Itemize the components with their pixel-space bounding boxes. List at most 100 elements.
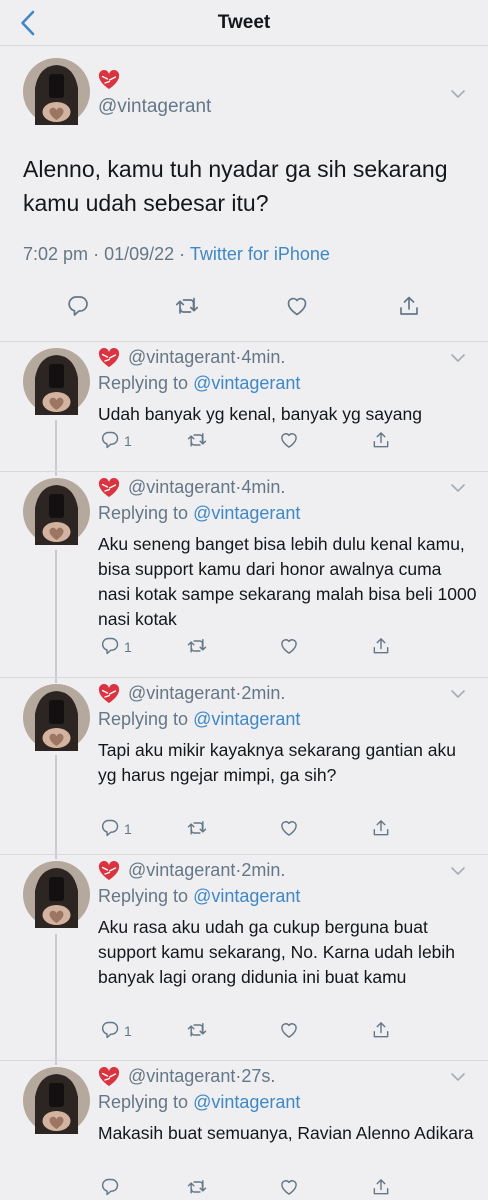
reply-header: @vintagerant·2min.: [128, 683, 285, 704]
reply-text: Aku seneng banget bisa lebih dulu kenal …: [98, 534, 477, 629]
replying-to: Replying to @vintagerant: [98, 886, 300, 907]
reply-actions: 1: [0, 636, 488, 658]
replying-label: Replying to: [98, 503, 189, 523]
reply-count: 1: [124, 1023, 132, 1039]
reply-count: 1: [124, 433, 132, 449]
reply-actions: 1: [0, 818, 488, 840]
tweet-source[interactable]: Twitter for iPhone: [190, 244, 330, 264]
chevron-down-icon[interactable]: [450, 482, 466, 494]
reply-handle[interactable]: @vintagerant: [128, 1066, 235, 1086]
reply-icon[interactable]: [100, 430, 120, 450]
meta-separator: ·: [179, 244, 190, 264]
meta-separator: ·: [93, 244, 105, 264]
heart-outline-icon[interactable]: [279, 1177, 299, 1197]
reply-actions: 1: [0, 1020, 488, 1042]
reply-actions: [0, 1177, 488, 1199]
replying-to-handle[interactable]: @vintagerant: [193, 373, 300, 393]
replying-to-handle[interactable]: @vintagerant: [193, 503, 300, 523]
reply-handle[interactable]: @vintagerant: [128, 347, 235, 367]
share-icon[interactable]: [371, 430, 391, 450]
tweet-date: 01/09/22: [104, 244, 175, 264]
tweet-meta: 7:02 pm · 01/09/22 · Twitter for iPhone: [23, 244, 330, 265]
tweet-actions: [0, 294, 488, 318]
share-icon[interactable]: [371, 1020, 391, 1040]
reply-text: Makasih buat semuanya, Ravian Alenno Adi…: [98, 1123, 474, 1143]
reply-time: 4min.: [241, 477, 286, 497]
heart-outline-icon[interactable]: [279, 430, 299, 450]
reply-icon[interactable]: [100, 636, 120, 656]
reply-time: 2min.: [241, 860, 286, 880]
reply-time: 27s.: [241, 1066, 276, 1086]
reply-time: 2min.: [241, 683, 286, 703]
replying-label: Replying to: [98, 1092, 189, 1112]
reply-time: 4min.: [241, 347, 286, 367]
reply-text: Aku rasa aku udah ga cukup berguna buat …: [98, 917, 456, 987]
reply-tweet[interactable]: @vintagerant·2min. Replying to @vintager…: [0, 855, 488, 1061]
retweet-icon[interactable]: [187, 636, 207, 656]
reply-header: @vintagerant·4min.: [128, 347, 285, 368]
retweet-icon[interactable]: [187, 1020, 207, 1040]
share-icon[interactable]: [371, 636, 391, 656]
mending-heart-emoji: [98, 684, 120, 704]
reply-tweet[interactable]: @vintagerant·4min. Replying to @vintager…: [0, 342, 488, 472]
replying-label: Replying to: [98, 886, 189, 906]
mending-heart-emoji: [98, 861, 120, 881]
avatar[interactable]: [23, 58, 90, 125]
replying-to: Replying to @vintagerant: [98, 1092, 300, 1113]
mending-heart-emoji: [98, 348, 120, 368]
reply-actions: 1: [0, 430, 488, 452]
retweet-icon[interactable]: [187, 1177, 207, 1197]
chevron-down-icon[interactable]: [450, 88, 466, 100]
avatar[interactable]: [23, 1067, 90, 1134]
tweet-handle[interactable]: @vintagerant: [98, 96, 211, 118]
mending-heart-emoji: [98, 478, 120, 498]
reply-tweet[interactable]: @vintagerant·4min. Replying to @vintager…: [0, 472, 488, 678]
reply-icon[interactable]: [66, 294, 90, 318]
reply-text: Tapi aku mikir kayaknya sekarang gantian…: [98, 740, 456, 785]
page-title: Tweet: [217, 12, 271, 33]
chevron-down-icon[interactable]: [450, 352, 466, 364]
reply-text: Udah banyak yg kenal, banyak yg sayang: [98, 404, 422, 424]
chevron-down-icon[interactable]: [450, 688, 466, 700]
nav-bar: Tweet: [0, 0, 488, 46]
chevron-down-icon[interactable]: [450, 865, 466, 877]
reply-icon[interactable]: [100, 818, 120, 838]
avatar[interactable]: [23, 348, 90, 415]
reply-header: @vintagerant·27s.: [128, 1066, 275, 1087]
share-icon[interactable]: [397, 294, 421, 318]
mending-heart-emoji: [98, 70, 120, 90]
reply-icon[interactable]: [100, 1020, 120, 1040]
heart-outline-icon[interactable]: [279, 1020, 299, 1040]
reply-header: @vintagerant·4min.: [128, 477, 285, 498]
retweet-icon[interactable]: [187, 818, 207, 838]
avatar[interactable]: [23, 684, 90, 751]
reply-handle[interactable]: @vintagerant: [128, 477, 235, 497]
replying-to: Replying to @vintagerant: [98, 503, 300, 524]
chevron-down-icon[interactable]: [450, 1071, 466, 1083]
reply-icon[interactable]: [100, 1177, 120, 1197]
share-icon[interactable]: [371, 818, 391, 838]
retweet-icon[interactable]: [175, 294, 199, 318]
mending-heart-emoji: [98, 1067, 120, 1087]
replying-to-handle[interactable]: @vintagerant: [193, 1092, 300, 1112]
reply-handle[interactable]: @vintagerant: [128, 683, 235, 703]
replying-label: Replying to: [98, 709, 189, 729]
heart-outline-icon[interactable]: [279, 818, 299, 838]
reply-header: @vintagerant·2min.: [128, 860, 285, 881]
reply-tweet[interactable]: @vintagerant·27s. Replying to @vintagera…: [0, 1061, 488, 1200]
reply-count: 1: [124, 639, 132, 655]
avatar[interactable]: [23, 478, 90, 545]
avatar[interactable]: [23, 861, 90, 928]
share-icon[interactable]: [371, 1177, 391, 1197]
replying-to-handle[interactable]: @vintagerant: [193, 886, 300, 906]
heart-outline-icon[interactable]: [279, 636, 299, 656]
replying-to: Replying to @vintagerant: [98, 709, 300, 730]
heart-outline-icon[interactable]: [285, 294, 309, 318]
reply-tweet[interactable]: @vintagerant·2min. Replying to @vintager…: [0, 678, 488, 855]
tweet-text: Alenno, kamu tuh nyadar ga sih sekarang …: [23, 156, 448, 216]
replying-to-handle[interactable]: @vintagerant: [193, 709, 300, 729]
retweet-icon[interactable]: [187, 430, 207, 450]
tweet-time: 7:02 pm: [23, 244, 89, 264]
reply-handle[interactable]: @vintagerant: [128, 860, 235, 880]
reply-count: 1: [124, 821, 132, 837]
